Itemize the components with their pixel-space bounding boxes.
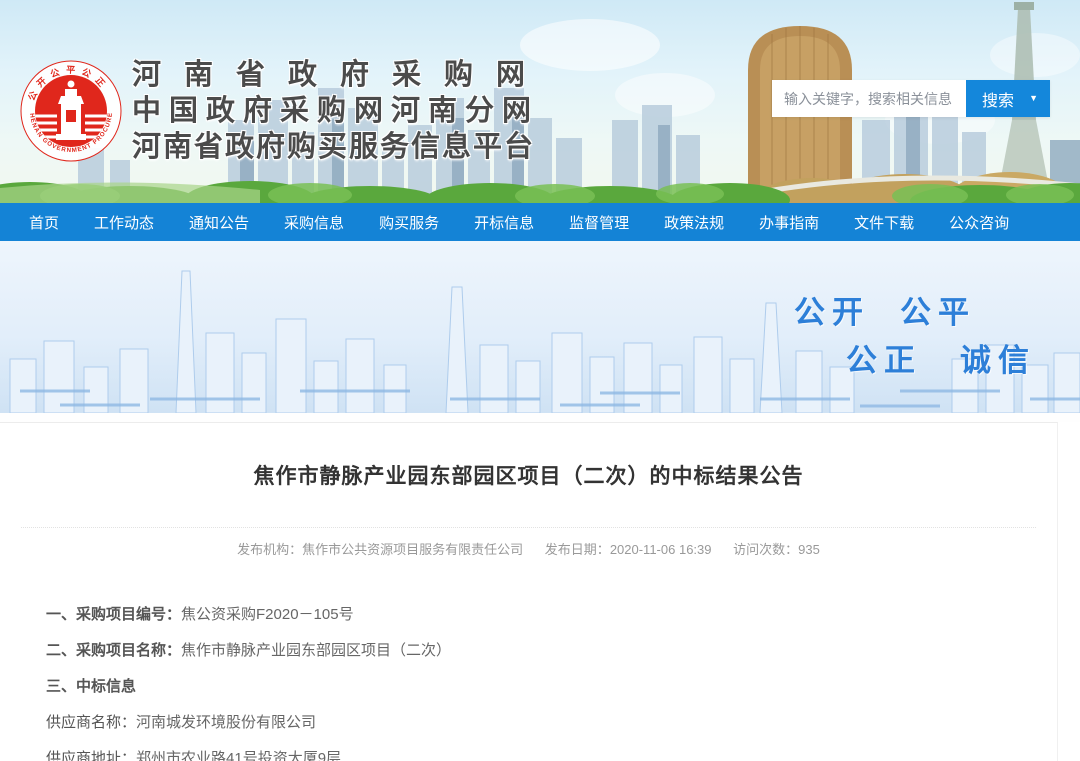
site-title-line2: 中国政府采购网河南分网 [132,93,548,129]
nav-item-notices[interactable]: 通知公告 [185,212,253,233]
publisher-label: 发布机构： [237,542,302,557]
main-nav: 首页 工作动态 通知公告 采购信息 购买服务 开标信息 监督管理 政策法规 办事… [0,203,1080,241]
site-titles: 河南省政府采购网 中国政府采购网河南分网 河南省政府购买服务信息平台 [132,57,548,165]
slogan-fair: 公平 [900,287,976,332]
line-award-info-heading: 三、中标信息 [46,679,1057,695]
site-header: 公开公平公正 HENAN GOVERNMENT PROCUREMENT [0,0,1080,203]
nav-item-work-news[interactable]: 工作动态 [90,212,158,233]
search-button[interactable]: 搜索 ▼ [966,80,1050,117]
article-meta: 发布机构：焦作市公共资源项目服务有限责任公司 发布日期：2020-11-06 1… [21,527,1036,558]
publish-date-value: 2020-11-06 16:39 [610,542,712,557]
banner-slogan-row2: 公正 诚信 [846,335,1036,380]
supplier-address-value: 郑州市农业路41号投资大厦9层 [136,750,341,761]
nav-item-downloads[interactable]: 文件下载 [850,212,918,233]
visits-count: 935 [798,542,820,557]
nav-item-purchase-services[interactable]: 购买服务 [375,212,443,233]
search-dropdown-caret[interactable]: ▼ [1029,94,1038,103]
project-name-label: 二、采购项目名称： [46,642,181,659]
supplier-name-value: 河南城发环境股份有限公司 [136,714,316,731]
line-supplier-address: 供应商地址：郑州市农业路41号投资大厦9层 [46,751,1057,761]
project-number-value: 焦公资采购F2020－105号 [181,606,354,623]
nav-item-supervision[interactable]: 监督管理 [565,212,633,233]
sub-banner: 公开 公平 公正 诚信 [0,241,1080,413]
visits-label: 访问次数： [733,542,798,557]
slogan-just: 公正 [846,335,922,380]
site-title-line1: 河南省政府采购网 [132,57,548,93]
project-name-value: 焦作市静脉产业园东部园区项目（二次） [181,642,451,659]
search-input[interactable] [772,80,966,117]
nav-item-bid-opening[interactable]: 开标信息 [470,212,538,233]
site-title-line3: 河南省政府购买服务信息平台 [132,129,548,165]
award-info-label: 三、中标信息 [46,678,136,695]
supplier-address-label: 供应商地址： [46,750,136,761]
search-box: 搜索 ▼ [772,80,1050,117]
article-card: 焦作市静脉产业园东部园区项目（二次）的中标结果公告 发布机构：焦作市公共资源项目… [0,422,1058,761]
banner-slogan-row1: 公开 公平 [794,287,976,332]
slogan-open: 公开 [794,287,870,332]
nav-item-policies[interactable]: 政策法规 [660,212,728,233]
site-logo: 公开公平公正 HENAN GOVERNMENT PROCUREMENT [20,60,122,162]
article-title: 焦作市静脉产业园东部园区项目（二次）的中标结果公告 [0,423,1057,490]
nav-item-home[interactable]: 首页 [25,212,63,233]
publish-date-label: 发布日期： [545,542,610,557]
line-project-number: 一、采购项目编号：焦公资采购F2020－105号 [46,607,1057,623]
search-button-label: 搜索 [982,87,1014,111]
nav-item-procurement-info[interactable]: 采购信息 [280,212,348,233]
nav-item-guides[interactable]: 办事指南 [755,212,823,233]
content-top-gap [0,413,1080,422]
supplier-name-label: 供应商名称： [46,714,136,731]
line-supplier-name: 供应商名称：河南城发环境股份有限公司 [46,715,1057,731]
article-body: 一、采购项目编号：焦公资采购F2020－105号 二、采购项目名称：焦作市静脉产… [46,607,1057,761]
publisher-value: 焦作市公共资源项目服务有限责任公司 [302,542,523,557]
nav-item-public-consultation[interactable]: 公众咨询 [945,212,1013,233]
project-number-label: 一、采购项目编号： [46,606,181,623]
slogan-integrity: 诚信 [960,335,1036,380]
line-project-name: 二、采购项目名称：焦作市静脉产业园东部园区项目（二次） [46,643,1057,659]
